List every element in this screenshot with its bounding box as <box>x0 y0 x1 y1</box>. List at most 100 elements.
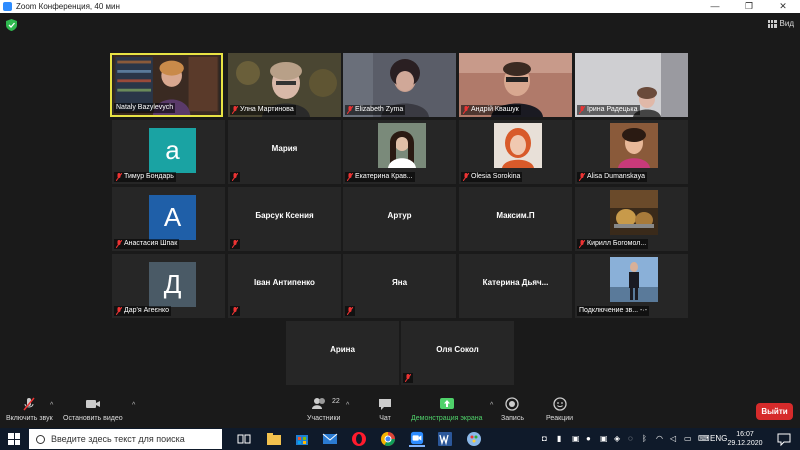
participant-name-label: Olesia Sorokina <box>461 172 523 182</box>
record-button[interactable]: Запись <box>501 397 524 422</box>
wifi-icon[interactable]: ◠ <box>656 434 663 443</box>
participant-tile[interactable]: Арина <box>286 321 399 385</box>
participant-status-label <box>230 172 240 182</box>
mic-muted-icon <box>231 306 239 316</box>
participant-tile[interactable]: Подключение зв... -·- <box>575 254 688 318</box>
chat-bubble-icon <box>379 399 391 410</box>
paint-app-icon[interactable] <box>466 431 482 447</box>
task-view-icon[interactable] <box>236 431 252 447</box>
taskbar-search-box[interactable]: Введите здесь текст для поиска <box>29 429 222 449</box>
participant-tile[interactable]: Барсук Ксения <box>228 187 341 251</box>
participant-name-label: Тимур Бондарь <box>114 172 176 182</box>
windows-start-icon[interactable] <box>8 433 20 445</box>
stop-video-button[interactable]: Остановить видео <box>63 397 123 422</box>
unmute-button[interactable]: Включить звук <box>6 397 53 422</box>
volume-icon[interactable]: ◁ <box>670 434 676 443</box>
video-tile[interactable]: Андрій Квашук <box>459 53 572 117</box>
tray-zoom-icon[interactable]: ▣ <box>600 434 608 443</box>
window-title: Zoom Конференция, 40 мин <box>16 2 120 11</box>
tray-sync-icon[interactable]: ◌ <box>628 434 633 443</box>
meeting-topbar: Вид <box>0 13 800 38</box>
reactions-button[interactable]: Реакции <box>546 397 573 422</box>
file-explorer-icon[interactable] <box>266 431 282 447</box>
participant-tile[interactable]: Катерина Дьяч... <box>459 254 572 318</box>
mic-muted-icon <box>578 105 586 115</box>
keyboard-icon[interactable]: ⌨ <box>698 434 710 443</box>
participant-status-label <box>345 306 355 316</box>
mic-muted-icon <box>231 172 239 182</box>
mic-muted-icon <box>578 239 586 249</box>
participant-name-center: Арина <box>330 345 355 354</box>
share-screen-button[interactable]: Демонстрация экрана <box>411 397 483 422</box>
share-options-caret-icon[interactable]: ^ <box>490 402 493 409</box>
participants-options-caret-icon[interactable]: ^ <box>346 402 349 409</box>
mic-muted-icon <box>346 306 354 316</box>
mic-muted-icon <box>231 105 239 115</box>
tray-network-status-icon[interactable]: ◈ <box>614 434 620 443</box>
video-tile-active-speaker[interactable]: Nataly Bazylevych <box>110 53 223 117</box>
store-icon[interactable] <box>294 431 310 447</box>
view-button[interactable]: Вид <box>767 19 794 28</box>
participant-name-center: Максим.П <box>496 211 535 220</box>
participant-name-center: Іван Антипенко <box>254 278 315 287</box>
participant-tile[interactable]: Артур <box>343 187 456 251</box>
minimize-button[interactable]: — <box>698 0 732 13</box>
participant-tile[interactable]: Д Дар'я Агеєнко <box>112 254 225 318</box>
bluetooth-icon[interactable]: ᛒ <box>642 434 647 443</box>
word-app-icon[interactable] <box>437 431 453 447</box>
opera-browser-icon[interactable] <box>351 431 367 447</box>
restore-button[interactable]: ❐ <box>732 0 766 13</box>
mic-muted-icon <box>346 172 354 182</box>
tray-mic-icon[interactable]: ▮ <box>557 434 561 443</box>
participant-name-center: Оля Сокол <box>436 345 479 354</box>
participant-tile[interactable]: Мария <box>228 120 341 184</box>
mic-muted-icon <box>462 172 470 182</box>
clock-date: 29.12.2020 <box>727 440 763 447</box>
tray-video-icon[interactable]: ▣ <box>572 434 580 443</box>
participant-name-label: Ірина Радецька <box>577 105 640 115</box>
participant-tile[interactable]: Яна <box>343 254 456 318</box>
mic-muted-icon <box>404 373 412 383</box>
participant-tile[interactable]: Екатерина Крав... <box>343 120 456 184</box>
zoom-app-icon[interactable] <box>409 431 425 447</box>
mic-muted-icon <box>462 105 470 115</box>
participant-name-label: Анастасия Шпак <box>114 239 180 249</box>
encryption-shield-icon[interactable] <box>6 19 17 31</box>
battery-icon[interactable]: ▭ <box>684 434 692 443</box>
participant-name-label: Улна Мартинова <box>230 105 296 115</box>
windows-taskbar: Введите здесь текст для поиска ◘ ▮ ▣ ● ▣… <box>0 428 800 450</box>
tray-app-icon[interactable]: ● <box>586 434 591 443</box>
participant-status-label <box>230 239 240 249</box>
participant-photo <box>610 190 658 235</box>
clock-time: 16:07 <box>736 431 754 438</box>
participant-status-label <box>403 373 413 383</box>
video-tile[interactable]: Ірина Радецька <box>575 53 688 117</box>
mail-icon[interactable] <box>322 431 338 447</box>
video-options-caret-icon[interactable]: ^ <box>132 402 135 409</box>
tray-camera-icon[interactable]: ◘ <box>542 434 547 443</box>
participant-tile[interactable]: Оля Сокол <box>401 321 514 385</box>
video-tile[interactable]: Elizabeth Zyma <box>343 53 456 117</box>
participant-tile[interactable]: Alisa Dumanskaya <box>575 120 688 184</box>
participant-avatar: Д <box>149 262 196 307</box>
participant-name-center: Барсук Ксения <box>255 211 314 220</box>
participant-tile[interactable]: Olesia Sorokina <box>459 120 572 184</box>
participant-tile[interactable]: Іван Антипенко <box>228 254 341 318</box>
close-button[interactable]: ✕ <box>766 0 800 13</box>
video-tile[interactable]: Улна Мартинова <box>228 53 341 117</box>
participant-tile[interactable]: Кирилл Богомол... <box>575 187 688 251</box>
participant-tile[interactable]: a Тимур Бондарь <box>112 120 225 184</box>
taskbar-clock[interactable]: 16:07 29.12.2020 <box>725 430 765 448</box>
participant-photo <box>610 123 658 168</box>
leave-meeting-button[interactable]: Выйти <box>756 403 793 420</box>
participant-tile[interactable]: A Анастасия Шпак <box>112 187 225 251</box>
gallery-view: Nataly Bazylevych Улна Мартинова Elizabe… <box>0 38 800 393</box>
audio-options-caret-icon[interactable]: ^ <box>50 402 53 409</box>
participant-tile[interactable]: Максим.П <box>459 187 572 251</box>
mic-muted-icon <box>115 306 123 316</box>
participant-name-label: Alisa Dumanskaya <box>577 172 647 182</box>
participant-name-label: Подключение зв... -·- <box>577 306 650 316</box>
notifications-icon[interactable] <box>776 431 792 447</box>
chrome-browser-icon[interactable] <box>380 431 396 447</box>
chat-button[interactable]: Чат <box>378 397 392 422</box>
